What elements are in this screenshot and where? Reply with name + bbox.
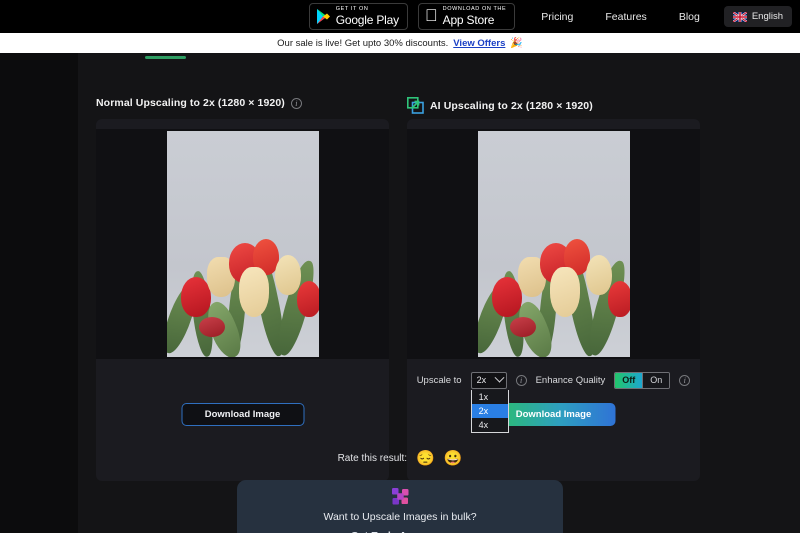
upscale-to-label: Upscale to bbox=[416, 374, 462, 386]
app-store-small-label: Download on the bbox=[442, 6, 507, 13]
expand-arrow-icon bbox=[407, 97, 424, 114]
ai-controls-row: Upscale to 2x 1x 2x 4x i Enhance Quality… bbox=[407, 367, 700, 433]
upscale-option-2x[interactable]: 2x bbox=[471, 403, 508, 418]
ai-upscaling-header: AI Upscaling to 2x (1280 × 1920) bbox=[407, 97, 593, 114]
enhance-quality-label: Enhance Quality bbox=[535, 374, 606, 386]
nav-item-features[interactable]: Features bbox=[589, 11, 662, 23]
google-play-label: Google Play bbox=[335, 12, 399, 27]
tulips-photo bbox=[166, 131, 319, 357]
enhance-quality-off-option[interactable]: Off bbox=[615, 372, 643, 388]
sale-banner-text: Our sale is live! Get upto 30% discounts… bbox=[277, 37, 449, 49]
bulk-upscale-card: Want to Upscale Images in bulk? Get Earl… bbox=[237, 480, 563, 533]
normal-upscaling-title: Normal Upscaling to 2x (1280 × 1920) bbox=[96, 97, 285, 109]
language-label: English bbox=[751, 11, 783, 22]
bulk-upscale-title: Want to Upscale Images in bulk? bbox=[323, 511, 477, 523]
enhance-quality-on-option[interactable]: On bbox=[642, 372, 670, 388]
google-play-small-label: GET IT ON bbox=[335, 6, 369, 13]
app-store-badge[interactable]:  Download on the App Store bbox=[417, 3, 516, 30]
normal-upscaling-header: Normal Upscaling to 2x (1280 × 1920) i bbox=[96, 97, 302, 109]
tulips-photo-upscaled bbox=[477, 131, 630, 357]
party-emoji-icon: 🎉 bbox=[510, 37, 523, 49]
language-selector[interactable]: English bbox=[723, 6, 792, 27]
nav-item-pricing[interactable]: Pricing bbox=[525, 11, 589, 23]
happy-emoji-icon[interactable]: 😀 bbox=[444, 451, 463, 466]
app-page: GET IT ON Google Play  Download on the … bbox=[0, 0, 800, 533]
google-play-icon bbox=[316, 8, 331, 25]
view-offers-link[interactable]: View Offers bbox=[453, 38, 505, 49]
rate-result-row: Rate this result: 😔 😀 bbox=[0, 451, 800, 466]
enhance-quality-toggle[interactable]: Off On bbox=[614, 371, 671, 389]
active-tab-indicator bbox=[145, 56, 186, 59]
google-play-badge[interactable]: GET IT ON Google Play bbox=[308, 3, 408, 30]
normal-upscaling-panel: Normal Upscaling to 2x (1280 × 1920) i D… bbox=[96, 97, 389, 481]
upscale-info-icon[interactable]: i bbox=[515, 374, 527, 386]
ai-upscaling-preview[interactable] bbox=[407, 129, 700, 359]
ai-upscaling-title: AI Upscaling to 2x (1280 × 1920) bbox=[430, 99, 593, 112]
top-navigation-bar: GET IT ON Google Play  Download on the … bbox=[0, 0, 800, 33]
sale-banner: Our sale is live! Get upto 30% discounts… bbox=[0, 33, 800, 53]
main-content: Normal Upscaling to 2x (1280 × 1920) i D… bbox=[0, 53, 800, 533]
apple-icon:  bbox=[425, 7, 438, 24]
app-store-label: App Store bbox=[442, 12, 495, 27]
info-icon[interactable]: i bbox=[290, 97, 302, 109]
nav-item-blog[interactable]: Blog bbox=[663, 11, 716, 23]
upscale-option-1x[interactable]: 1x bbox=[472, 390, 508, 404]
chevron-down-icon bbox=[494, 372, 505, 383]
upscale-factor-dropdown[interactable]: 1x 2x 4x bbox=[470, 389, 509, 433]
bulk-upscale-logo bbox=[391, 487, 410, 506]
uk-flag-icon bbox=[732, 11, 747, 22]
download-image-button-normal[interactable]: Download Image bbox=[181, 403, 304, 426]
normal-upscaling-preview[interactable] bbox=[96, 129, 389, 359]
sad-emoji-icon[interactable]: 😔 bbox=[416, 451, 435, 466]
rate-result-label: Rate this result: bbox=[337, 453, 408, 464]
upscale-factor-select[interactable]: 2x 1x 2x 4x bbox=[470, 371, 509, 433]
enhance-info-icon[interactable]: i bbox=[679, 374, 691, 386]
upscale-option-4x[interactable]: 4x bbox=[472, 418, 508, 432]
download-image-button-ai[interactable]: Download Image bbox=[492, 403, 615, 426]
upscale-factor-value: 2x bbox=[476, 375, 487, 385]
ai-upscaling-panel: AI Upscaling to 2x (1280 × 1920) Upscale… bbox=[407, 97, 700, 481]
